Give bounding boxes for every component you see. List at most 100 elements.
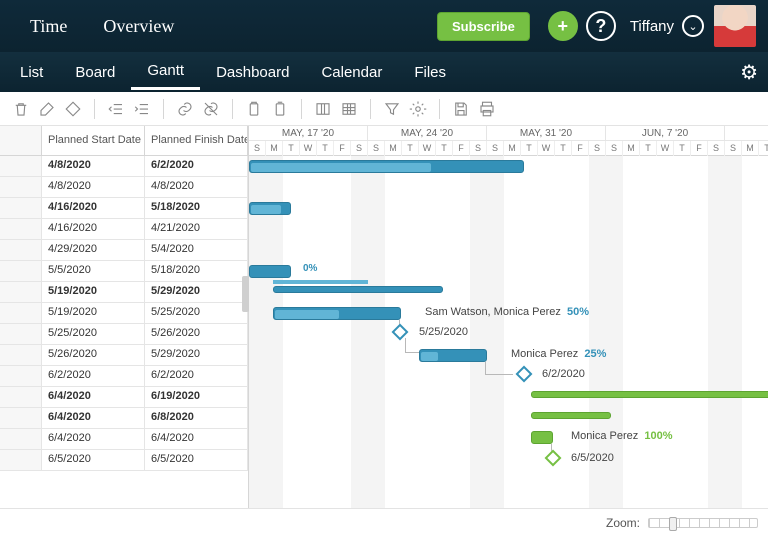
cell-finish[interactable]: 5/26/2020 (145, 324, 248, 345)
split-handle[interactable] (242, 276, 249, 312)
settings-gear-icon[interactable]: ⚙ (740, 60, 758, 85)
table-row[interactable]: 6/5/20206/5/2020 (0, 450, 248, 471)
cell-start[interactable]: 5/19/2020 (42, 303, 145, 324)
row-handle (0, 429, 42, 450)
cell-start[interactable]: 4/8/2020 (42, 156, 145, 177)
cell-finish[interactable]: 4/21/2020 (145, 219, 248, 240)
help-icon[interactable]: ? (586, 11, 616, 41)
gear-icon[interactable] (407, 98, 429, 120)
filter-icon[interactable] (381, 98, 403, 120)
timeline-day-label: W (657, 141, 674, 156)
indent-icon[interactable] (131, 98, 153, 120)
timeline-day-label: M (504, 141, 521, 156)
user-menu-chevron-icon[interactable]: ⌄ (682, 15, 704, 37)
col-planned-finish[interactable]: Planned Finish Date (145, 126, 248, 156)
columns-icon[interactable] (312, 98, 334, 120)
timeline-day-label: T (555, 141, 572, 156)
gantt-bar[interactable] (273, 307, 401, 320)
gantt-bar[interactable] (273, 286, 443, 293)
gantt-bar[interactable] (531, 412, 611, 419)
gantt-bar[interactable] (249, 160, 524, 173)
timeline-body[interactable]: 0% Sam Watson, Monica Perez 50% 5/25/202… (249, 156, 768, 508)
cell-finish[interactable]: 6/2/2020 (145, 366, 248, 387)
milestone-icon[interactable] (516, 366, 533, 383)
cell-finish[interactable]: 6/5/2020 (145, 450, 248, 471)
avatar[interactable] (714, 5, 756, 47)
gantt-bar[interactable] (531, 391, 768, 398)
erase-icon[interactable] (36, 98, 58, 120)
table-row[interactable]: 6/2/20206/2/2020 (0, 366, 248, 387)
cell-finish[interactable]: 5/18/2020 (145, 198, 248, 219)
cell-finish[interactable]: 5/29/2020 (145, 282, 248, 303)
cell-start[interactable]: 5/25/2020 (42, 324, 145, 345)
gantt-bar[interactable] (419, 349, 487, 362)
timeline-day-label: S (351, 141, 368, 156)
cell-start[interactable]: 6/4/2020 (42, 387, 145, 408)
table-row[interactable]: 5/5/20205/18/2020 (0, 261, 248, 282)
cell-start[interactable]: 6/5/2020 (42, 450, 145, 471)
table-row[interactable]: 4/8/20204/8/2020 (0, 177, 248, 198)
cell-finish[interactable]: 5/4/2020 (145, 240, 248, 261)
timeline-week-label: MAY, 17 '20 (249, 126, 368, 141)
cell-finish[interactable]: 6/19/2020 (145, 387, 248, 408)
zoom-slider[interactable] (648, 518, 758, 528)
table-row[interactable]: 5/26/20205/29/2020 (0, 345, 248, 366)
cell-start[interactable]: 6/4/2020 (42, 408, 145, 429)
cell-finish[interactable]: 5/25/2020 (145, 303, 248, 324)
table-row[interactable]: 4/8/20206/2/2020 (0, 156, 248, 177)
outdent-icon[interactable] (105, 98, 127, 120)
cell-finish[interactable]: 5/29/2020 (145, 345, 248, 366)
gantt-bar[interactable] (249, 202, 291, 215)
table-row[interactable]: 4/16/20204/21/2020 (0, 219, 248, 240)
tab-calendar[interactable]: Calendar (305, 56, 398, 89)
cell-start[interactable]: 4/8/2020 (42, 177, 145, 198)
gantt-bar[interactable] (249, 265, 291, 278)
unlink-icon[interactable] (200, 98, 222, 120)
zoom-thumb[interactable] (669, 517, 677, 531)
add-icon[interactable]: + (548, 11, 578, 41)
milestone-icon[interactable] (545, 450, 562, 467)
table-row[interactable]: 6/4/20206/19/2020 (0, 387, 248, 408)
tab-dashboard[interactable]: Dashboard (200, 56, 305, 89)
save-icon[interactable] (450, 98, 472, 120)
table-row[interactable]: 5/19/20205/25/2020 (0, 303, 248, 324)
cell-finish[interactable]: 5/18/2020 (145, 261, 248, 282)
cell-finish[interactable]: 6/8/2020 (145, 408, 248, 429)
paste-icon[interactable] (269, 98, 291, 120)
row-handle (0, 240, 42, 261)
tab-gantt[interactable]: Gantt (131, 54, 200, 90)
clipboard-icon[interactable] (243, 98, 265, 120)
tab-files[interactable]: Files (398, 56, 462, 89)
topnav-overview[interactable]: Overview (85, 16, 192, 37)
delete-icon[interactable] (10, 98, 32, 120)
subscribe-button[interactable]: Subscribe (437, 12, 530, 41)
cell-start[interactable]: 6/2/2020 (42, 366, 145, 387)
cell-finish[interactable]: 4/8/2020 (145, 177, 248, 198)
col-planned-start[interactable]: Planned Start Date (42, 126, 145, 156)
table-row[interactable]: 4/16/20205/18/2020 (0, 198, 248, 219)
table-row[interactable]: 5/19/20205/29/2020 (0, 282, 248, 303)
table-row[interactable]: 5/25/20205/26/2020 (0, 324, 248, 345)
cell-start[interactable]: 4/29/2020 (42, 240, 145, 261)
tag-icon[interactable] (62, 98, 84, 120)
cell-start[interactable]: 5/19/2020 (42, 282, 145, 303)
print-icon[interactable] (476, 98, 498, 120)
cell-finish[interactable]: 6/4/2020 (145, 429, 248, 450)
table-row[interactable]: 6/4/20206/4/2020 (0, 429, 248, 450)
grid-icon[interactable] (338, 98, 360, 120)
cell-finish[interactable]: 6/2/2020 (145, 156, 248, 177)
cell-start[interactable]: 4/16/2020 (42, 219, 145, 240)
tab-board[interactable]: Board (59, 56, 131, 89)
topnav-time[interactable]: Time (12, 16, 85, 37)
cell-start[interactable]: 5/26/2020 (42, 345, 145, 366)
timeline-day-label: T (521, 141, 538, 156)
cell-start[interactable]: 5/5/2020 (42, 261, 145, 282)
link-icon[interactable] (174, 98, 196, 120)
cell-start[interactable]: 6/4/2020 (42, 429, 145, 450)
tab-list[interactable]: List (4, 56, 59, 89)
milestone-date: 6/5/2020 (571, 452, 614, 464)
table-row[interactable]: 6/4/20206/8/2020 (0, 408, 248, 429)
gantt-bar[interactable] (531, 431, 553, 444)
cell-start[interactable]: 4/16/2020 (42, 198, 145, 219)
table-row[interactable]: 4/29/20205/4/2020 (0, 240, 248, 261)
